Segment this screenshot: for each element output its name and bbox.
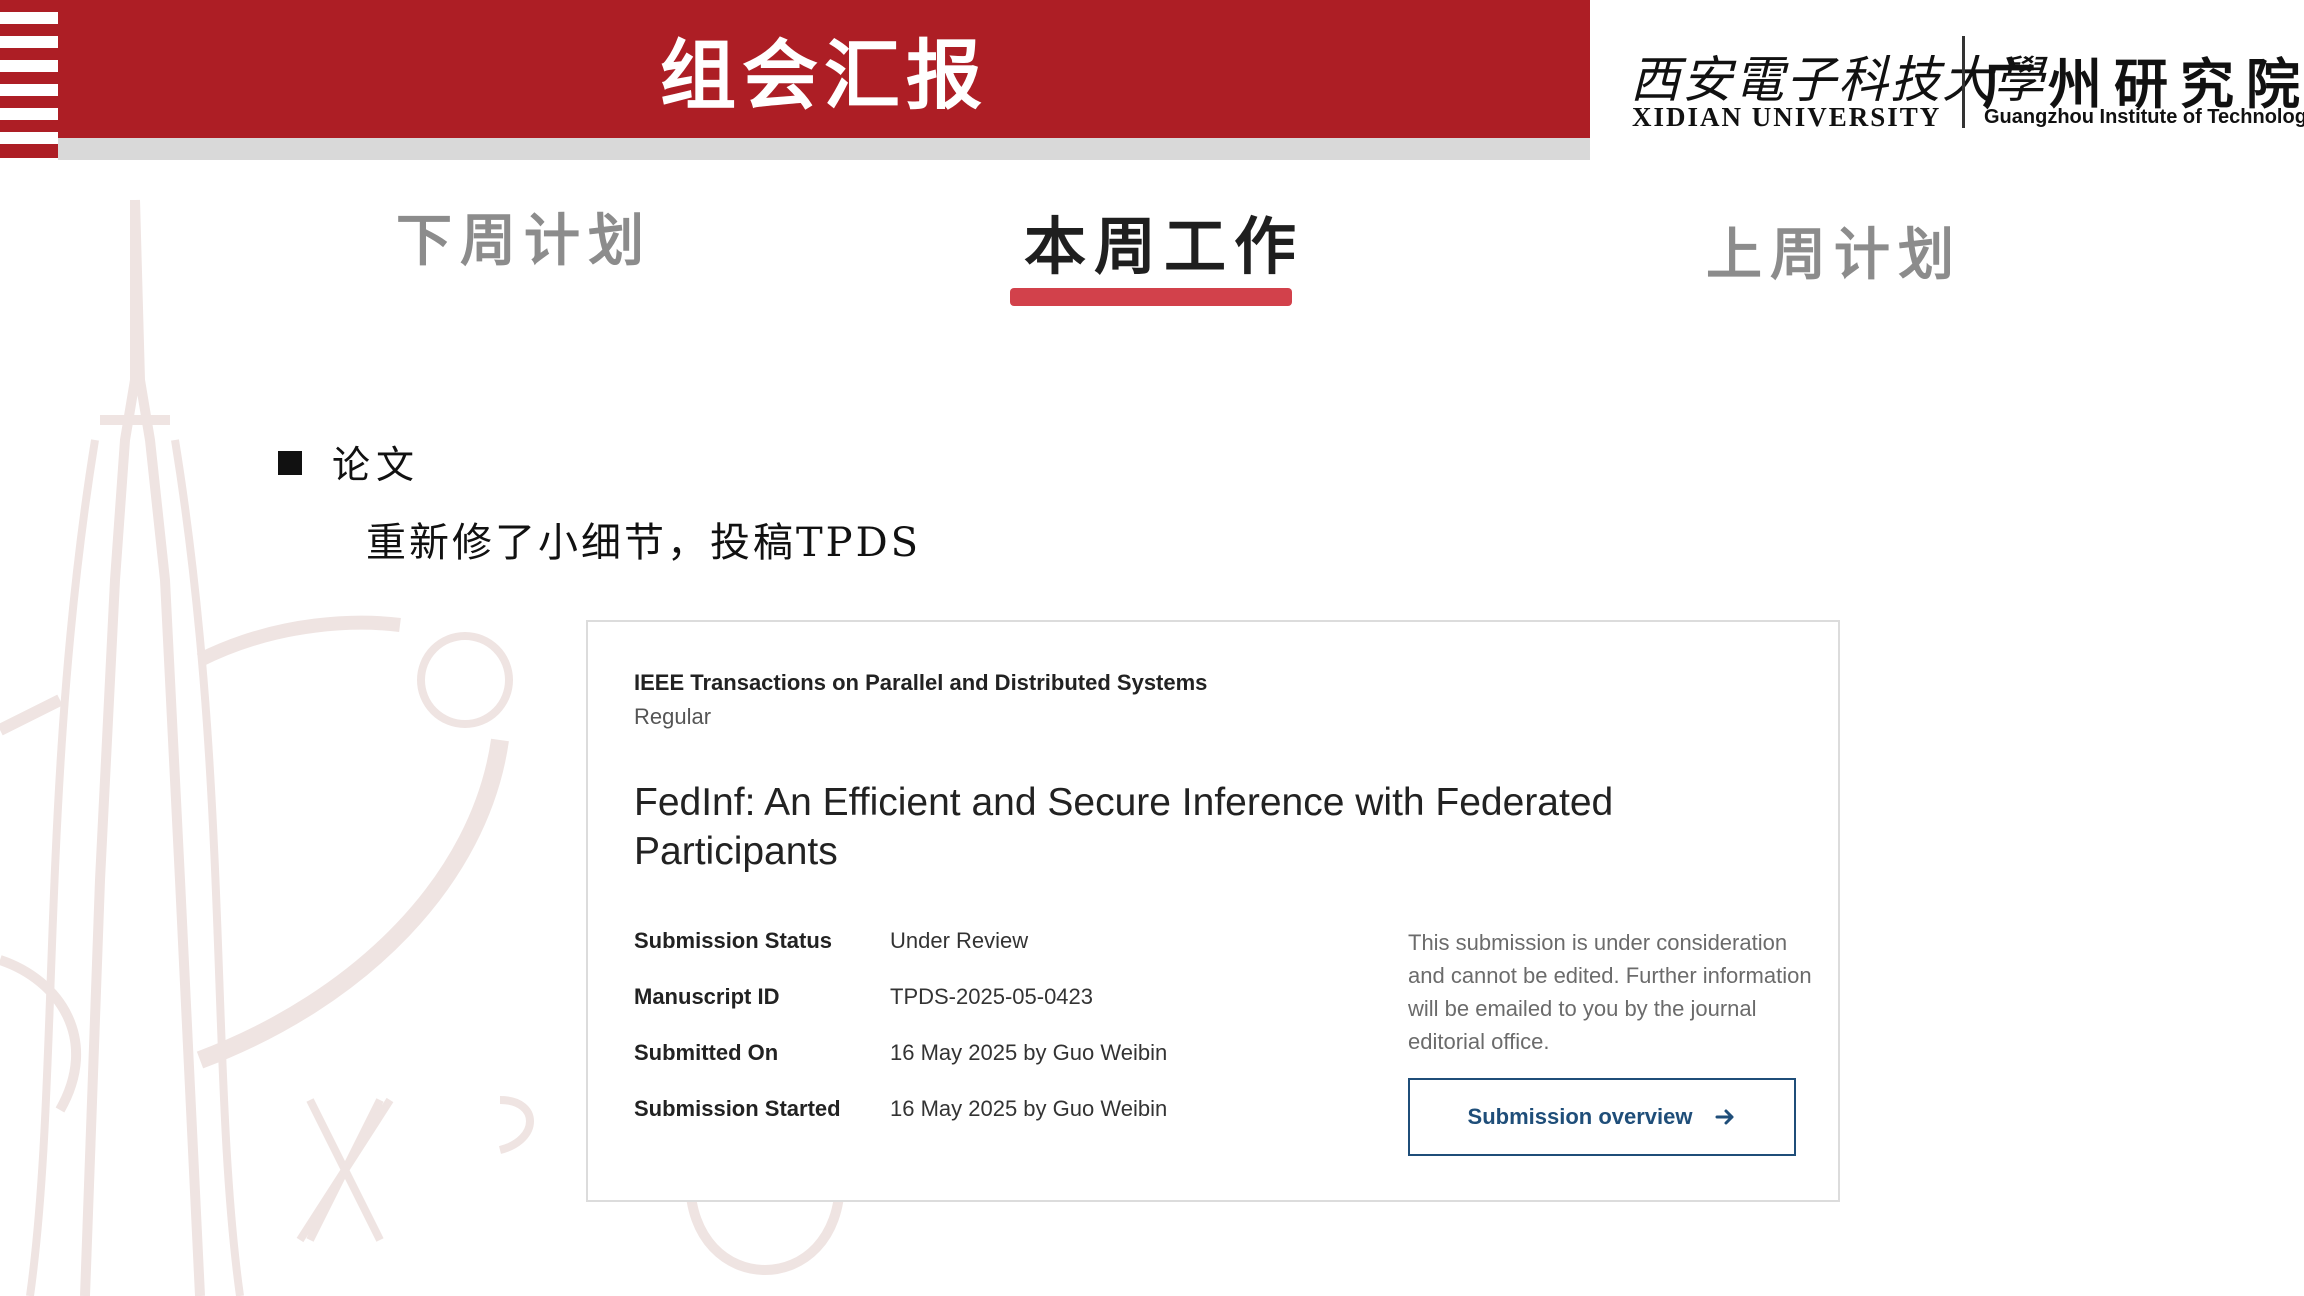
field-label-submission-started: Submission Started [634, 1096, 841, 1121]
submission-overview-button[interactable]: Submission overview [1408, 1078, 1796, 1156]
bullet-square-icon [278, 451, 302, 475]
submission-notice: This submission is under consideration a… [1408, 930, 1812, 1054]
tab-this-week-work[interactable]: 本周工作 [1024, 196, 1304, 286]
field-value-status: Under Review [890, 928, 1029, 953]
tab-last-week-plan[interactable]: 上周计划 [1706, 210, 1962, 291]
guangzhou-institute-logo-english: Guangzhou Institute of Technology [1984, 106, 2304, 128]
header-title-bar: 组会汇报 [58, 0, 1590, 138]
arrow-right-icon [1715, 1109, 1734, 1125]
field-value-manuscript-id: TPDS-2025-05-0423 [890, 984, 1094, 1009]
active-tab-indicator [1010, 288, 1292, 306]
section-body: 重新修了小细节，投稿TPDS [366, 520, 922, 566]
header-stripes [0, 0, 58, 160]
logo-divider [1962, 36, 1965, 128]
xidian-logo-english: XIDIAN UNIVERSITY [1632, 102, 1942, 132]
field-label-status: Submission Status [634, 928, 833, 953]
header-underbar [58, 138, 1590, 160]
paper-title: FedInf: An Efficient and Secure Inferenc… [634, 781, 1614, 873]
page-title: 组会汇报 [660, 31, 988, 120]
field-label-manuscript-id: Manuscript ID [634, 984, 780, 1009]
submission-overview-label: Submission overview [1467, 1104, 1693, 1129]
tab-next-week-plan[interactable]: 下周计划 [396, 196, 652, 277]
submission-card: IEEE Transactions on Parallel and Distri… [586, 620, 1840, 1202]
field-value-submission-started: 16 May 2025 by Guo Weibin [890, 1096, 1168, 1121]
field-label-submitted-on: Submitted On [634, 1040, 779, 1065]
article-type: Regular [634, 704, 712, 729]
section-heading: 论文 [332, 443, 421, 487]
journal-name: IEEE Transactions on Parallel and Distri… [634, 670, 1208, 695]
field-value-submitted-on: 16 May 2025 by Guo Weibin [890, 1040, 1168, 1065]
